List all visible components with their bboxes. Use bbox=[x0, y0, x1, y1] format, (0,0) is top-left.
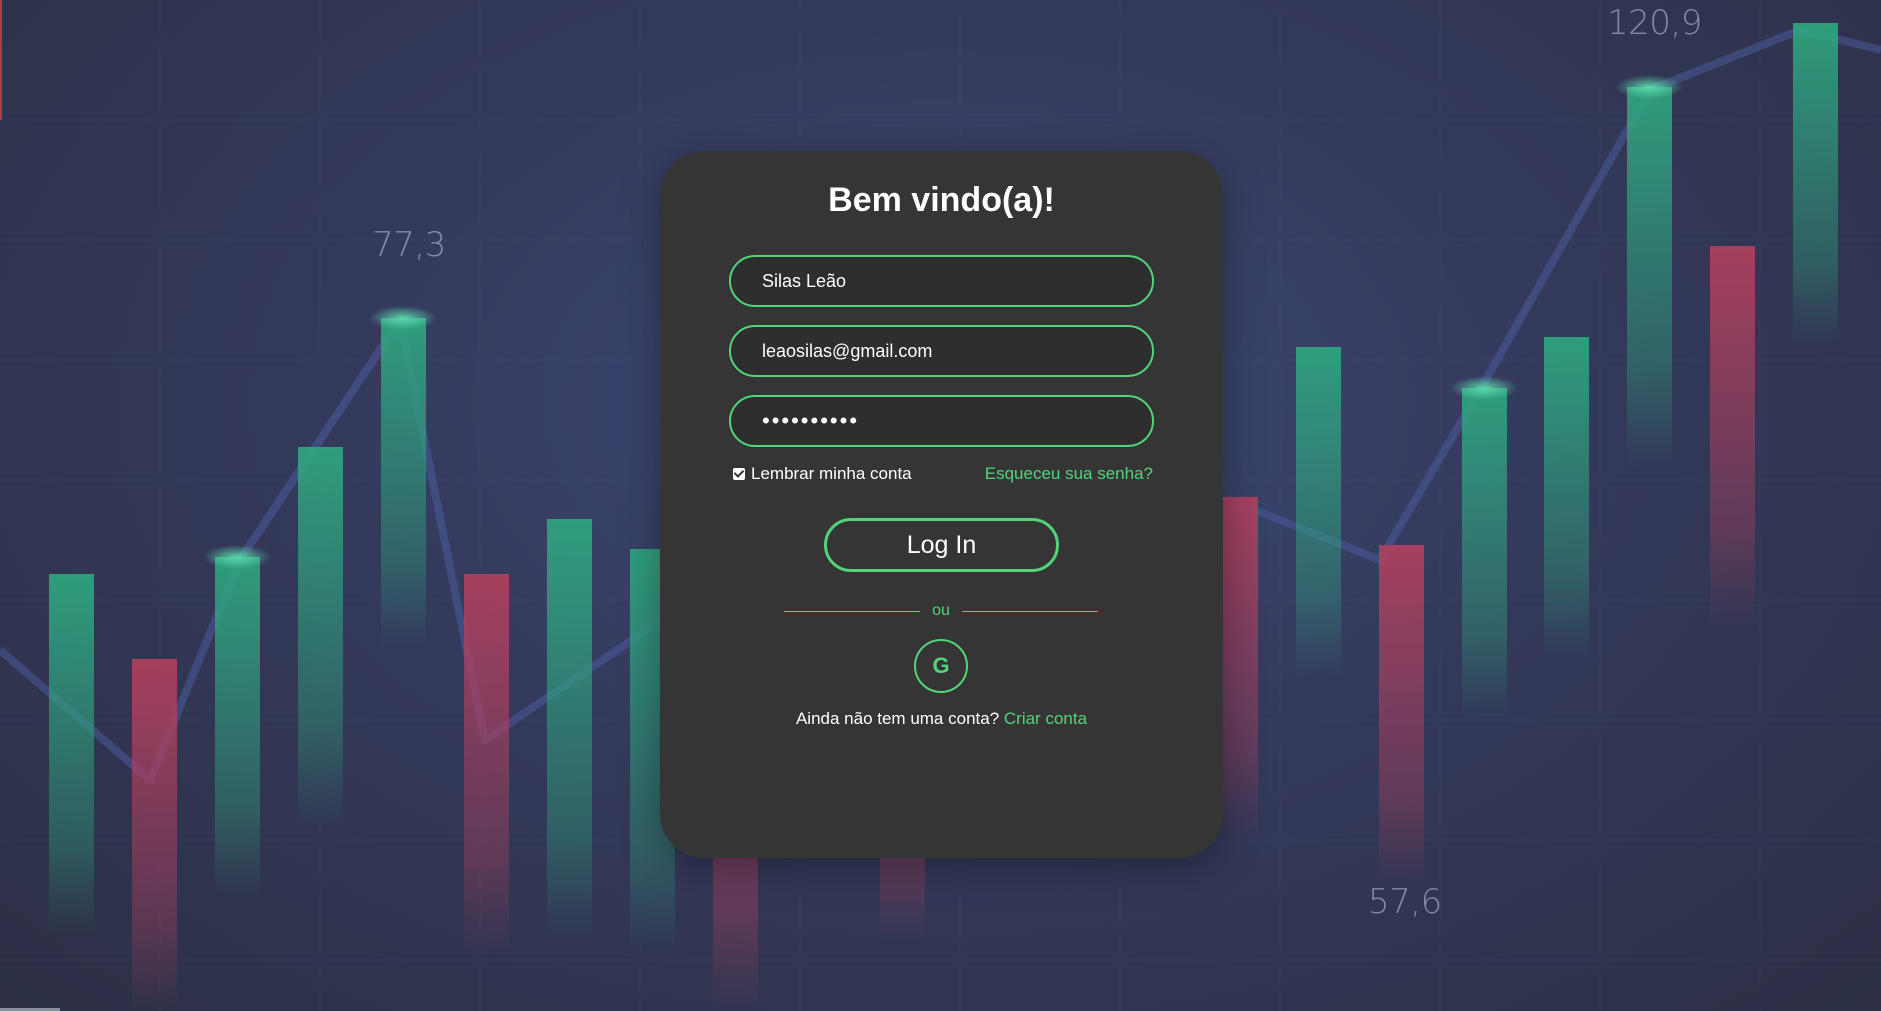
bg-bar bbox=[1710, 246, 1755, 626]
bg-bar bbox=[1462, 388, 1507, 718]
bg-bar bbox=[547, 519, 592, 939]
google-login-button[interactable]: G bbox=[914, 639, 968, 693]
background-value-label: 57,6 bbox=[1368, 882, 1442, 922]
email-field[interactable]: leaosilas@gmail.com bbox=[729, 325, 1154, 377]
google-icon: G bbox=[932, 653, 949, 678]
signup-prompt-text: Ainda não tem uma conta? bbox=[795, 709, 1000, 728]
bg-bar bbox=[1379, 545, 1424, 885]
background-value-label: 77,3 bbox=[372, 225, 446, 265]
bg-bar bbox=[49, 574, 94, 934]
bg-bar bbox=[381, 318, 426, 648]
bg-bar bbox=[464, 574, 509, 954]
email-field-value: leaosilas@gmail.com bbox=[762, 340, 933, 361]
bg-bar bbox=[132, 659, 177, 1011]
bg-bar bbox=[298, 447, 343, 827]
svg-text:G: G bbox=[932, 653, 949, 678]
bg-bar bbox=[1296, 347, 1341, 677]
remember-label: Lembrar minha conta bbox=[751, 464, 912, 483]
divider-line bbox=[961, 610, 1099, 612]
page-title: Bem vindo(a)! bbox=[828, 181, 1055, 219]
divider-line bbox=[784, 610, 921, 612]
forgot-password-link[interactable]: Esqueceu sua senha? bbox=[985, 464, 1153, 484]
create-account-link[interactable]: Criar conta bbox=[1004, 709, 1087, 728]
or-divider: ou bbox=[784, 602, 1099, 620]
background-value-label: 120,9 bbox=[1607, 3, 1702, 43]
name-field[interactable]: Silas Leão bbox=[729, 255, 1154, 307]
bg-bar bbox=[1627, 87, 1672, 467]
bg-bar bbox=[1544, 337, 1589, 657]
password-field[interactable]: •••••••••• bbox=[729, 395, 1154, 447]
login-button[interactable]: Log In bbox=[824, 518, 1059, 572]
divider-text: ou bbox=[932, 602, 950, 619]
bg-bar bbox=[1793, 23, 1838, 343]
login-card: Bem vindo(a)! Silas Leão leaosilas@gmail… bbox=[660, 151, 1223, 858]
login-page: 77,3 120,9 57,6 Bem vindo(a)! Silas Leão… bbox=[0, 0, 1881, 1011]
remember-me[interactable]: Lembrar minha conta bbox=[733, 464, 912, 484]
password-field-value: •••••••••• bbox=[762, 408, 860, 433]
name-field-value: Silas Leão bbox=[762, 270, 847, 291]
bg-bar bbox=[215, 557, 260, 897]
signup-prompt: Ainda não tem uma conta? Criar conta bbox=[660, 709, 1223, 729]
remember-checkbox[interactable] bbox=[733, 468, 745, 480]
